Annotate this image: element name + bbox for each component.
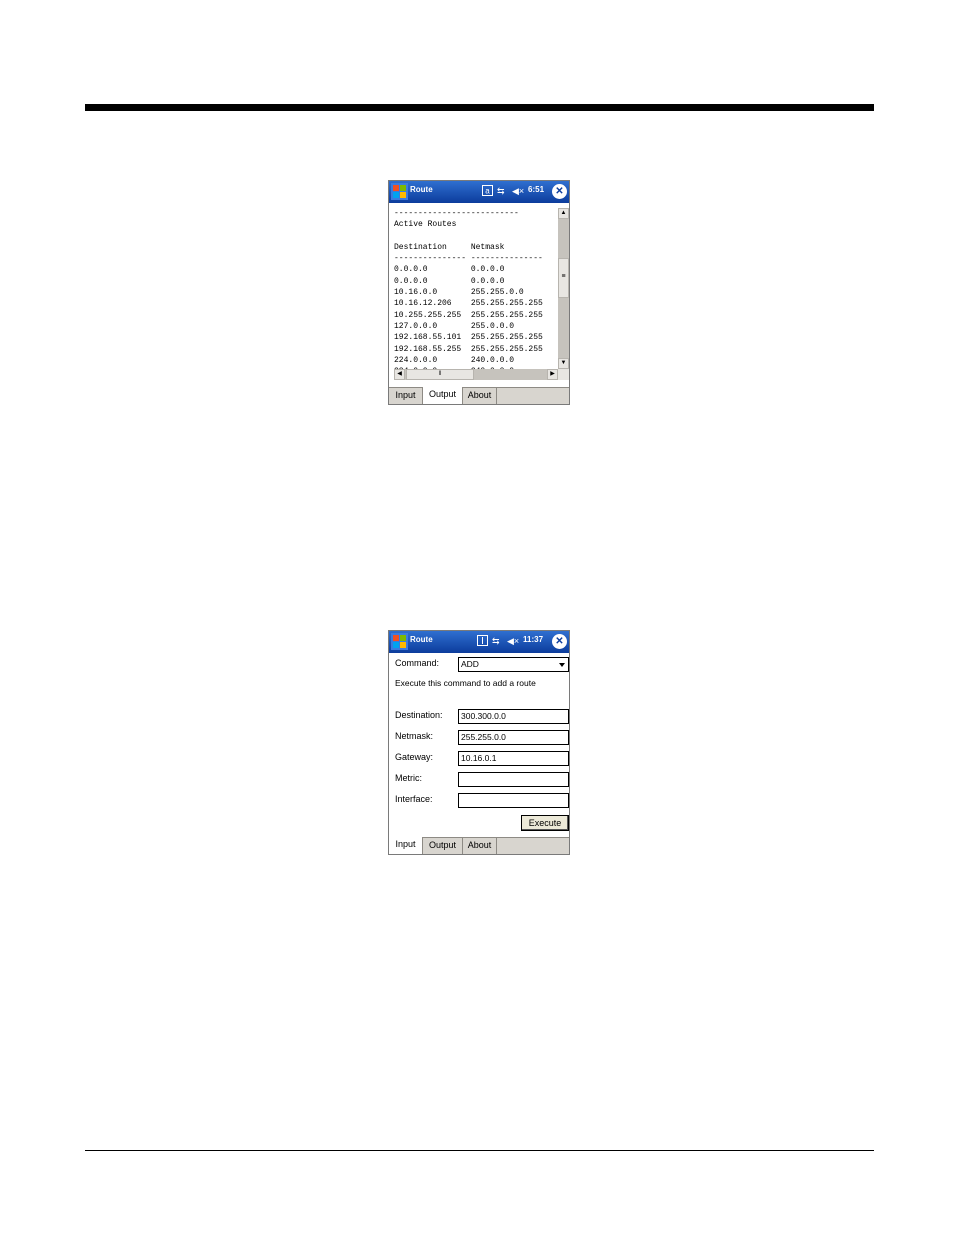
horizontal-scrollbar[interactable]: ◀ ‖ ▶ xyxy=(394,369,558,380)
command-label: Command: xyxy=(395,658,440,668)
clock[interactable]: 6:51 xyxy=(528,185,544,194)
destination-label: Destination: xyxy=(395,710,443,720)
clock[interactable]: 11:37 xyxy=(523,635,543,644)
tab-input[interactable]: Input xyxy=(389,837,423,854)
output-line: -------------------------- xyxy=(394,209,519,218)
scroll-left-button[interactable]: ◀ xyxy=(394,369,405,380)
tab-input[interactable]: Input xyxy=(389,388,423,404)
command-select-value: ADD xyxy=(461,659,479,669)
output-line: 192.168.55.101 255.255.255.255 xyxy=(394,333,543,343)
app-title: Route xyxy=(410,635,433,644)
destination-field[interactable]: 300.300.0.0 xyxy=(458,709,569,724)
scroll-thumb[interactable]: ≡ xyxy=(558,258,569,298)
route-output-screen: Route a ⇆ ◀× 6:51 ✕ --------------------… xyxy=(388,180,570,405)
tab-bar: Input Output About xyxy=(389,837,569,854)
volume-muted-icon[interactable]: ◀× xyxy=(507,635,519,647)
input-panel-icon[interactable] xyxy=(477,635,488,649)
output-line: 0.0.0.0 0.0.0.0 xyxy=(394,265,505,275)
connectivity-icon[interactable]: ⇆ xyxy=(492,635,500,647)
tab-output[interactable]: Output xyxy=(423,387,463,404)
scroll-down-button[interactable]: ▼ xyxy=(558,358,569,369)
tab-bar: Input Output About xyxy=(389,387,569,404)
start-menu-icon[interactable] xyxy=(391,183,408,200)
scroll-up-button[interactable]: ▲ xyxy=(558,208,569,219)
app-title: Route xyxy=(410,185,433,194)
tab-about[interactable]: About xyxy=(463,388,497,404)
metric-field[interactable] xyxy=(458,772,569,787)
page-footer-rule xyxy=(85,1150,874,1151)
output-line: Active Routes xyxy=(394,220,457,230)
close-button[interactable]: ✕ xyxy=(552,634,567,649)
interface-field[interactable] xyxy=(458,793,569,808)
interface-label: Interface: xyxy=(395,794,433,804)
output-line: Destination Netmask xyxy=(394,242,505,252)
tab-about[interactable]: About xyxy=(463,838,497,854)
chevron-down-icon[interactable] xyxy=(559,663,565,667)
output-line: 10.16.12.206 255.255.255.255 xyxy=(394,299,543,309)
metric-label: Metric: xyxy=(395,773,422,783)
scroll-thumb-horizontal[interactable]: ‖ xyxy=(406,369,474,380)
netmask-field[interactable]: 255.255.0.0 xyxy=(458,730,569,745)
output-line: 10.255.255.255 255.255.255.255 xyxy=(394,310,543,320)
output-line: --------------- --------------- xyxy=(394,254,543,264)
netmask-label: Netmask: xyxy=(395,731,434,741)
scroll-corner xyxy=(558,369,569,380)
title-bar: Route a ⇆ ◀× 6:51 ✕ xyxy=(389,181,569,203)
scroll-right-button[interactable]: ▶ xyxy=(547,369,558,380)
tab-output[interactable]: Output xyxy=(423,838,463,854)
command-select[interactable]: ADD xyxy=(458,657,569,672)
output-line: 0.0.0.0 0.0.0.0 xyxy=(394,276,505,286)
connectivity-icon[interactable]: ⇆ xyxy=(497,185,505,197)
svg-text:a: a xyxy=(485,187,490,196)
page-header-rule xyxy=(85,104,874,111)
execute-button[interactable]: Execute xyxy=(521,815,569,831)
close-button[interactable]: ✕ xyxy=(552,184,567,199)
vertical-scrollbar[interactable]: ▲ ≡ ▼ xyxy=(558,208,569,369)
route-input-screen: Route ⇆ ◀× 11:37 ✕ Command: ADD Execute … xyxy=(388,630,570,855)
output-line: 10.16.0.0 255.255.0.0 xyxy=(394,288,524,298)
title-bar: Route ⇆ ◀× 11:37 ✕ xyxy=(389,631,569,653)
keyboard-icon[interactable]: a xyxy=(482,185,493,199)
output-line: 224.0.0.0 240.0.0.0 xyxy=(394,355,515,365)
gateway-field[interactable]: 10.16.0.1 xyxy=(458,751,569,766)
start-menu-icon[interactable] xyxy=(391,633,408,650)
command-description: Execute this command to add a route xyxy=(395,678,536,688)
output-line: 127.0.0.0 255.0.0.0 xyxy=(394,321,515,331)
volume-muted-icon[interactable]: ◀× xyxy=(512,185,524,197)
command-output: -------------------------- Active Routes D… xyxy=(394,208,558,380)
gateway-label: Gateway: xyxy=(395,752,434,762)
output-line: 192.168.55.255 255.255.255.255 xyxy=(394,344,543,354)
